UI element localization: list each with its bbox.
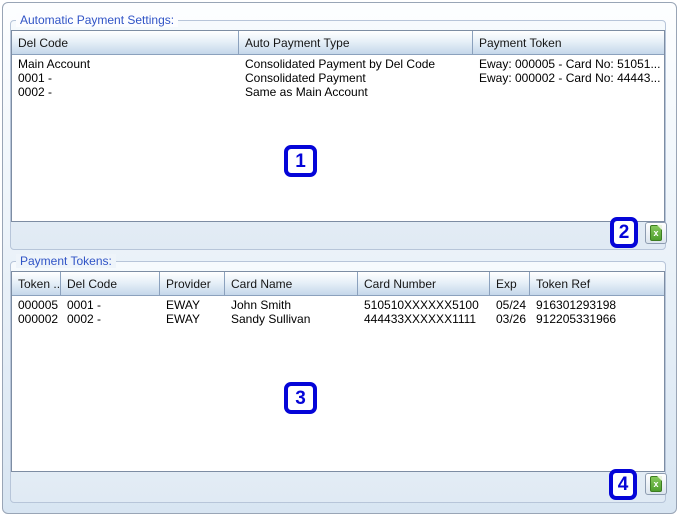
cell-payment-token: Eway: 000002 - Card No: 44443... [479, 71, 661, 85]
excel-export-icon: x [650, 225, 662, 241]
cell-token-ref: 916301293198 [536, 298, 617, 312]
cell-card-number: 510510XXXXXX5100 [364, 298, 479, 312]
cell-del-code: 0002 - [67, 312, 102, 326]
table-row[interactable]: 0001 - Consolidated Payment Eway: 000002… [12, 71, 664, 85]
table-row[interactable]: 000005 0001 - EWAY John Smith 510510XXXX… [12, 298, 664, 312]
cell-exp: 05/24 [496, 298, 527, 312]
cell-card-name: Sandy Sullivan [231, 312, 311, 326]
cell-del-code: 0002 - [18, 85, 53, 99]
cell-del-code: 0001 - [67, 298, 102, 312]
auto-payment-settings-title: Automatic Payment Settings: [16, 13, 179, 27]
excel-x-glyph: x [653, 228, 659, 238]
auto-payment-table-header: Del Code Auto Payment Type Payment Token [12, 31, 664, 55]
column-header-card-number[interactable]: Card Number [358, 272, 490, 295]
cell-token-no: 000005 [18, 298, 59, 312]
excel-export-icon: x [650, 476, 662, 492]
cell-auto-payment-type: Same as Main Account [245, 85, 368, 99]
cell-del-code: Main Account [18, 57, 91, 71]
column-header-auto-payment-type[interactable]: Auto Payment Type [239, 31, 473, 54]
callout-2: 2 [610, 217, 638, 248]
cell-card-number: 444433XXXXXX1111 [364, 312, 477, 326]
cell-provider: EWAY [166, 298, 201, 312]
column-header-exp[interactable]: Exp [490, 272, 530, 295]
auto-payment-table-body: Main Account Consolidated Payment by Del… [12, 55, 664, 99]
excel-x-glyph: x [653, 479, 659, 489]
column-header-del-code[interactable]: Del Code [61, 272, 160, 295]
column-header-provider[interactable]: Provider [160, 272, 225, 295]
cell-exp: 03/26 [496, 312, 527, 326]
callout-3: 3 [284, 382, 317, 414]
cell-card-name: John Smith [231, 298, 292, 312]
auto-payment-table: Del Code Auto Payment Type Payment Token… [11, 30, 665, 222]
column-header-token[interactable]: Token ... [12, 272, 61, 295]
cell-auto-payment-type: Consolidated Payment [245, 71, 366, 85]
column-header-payment-token[interactable]: Payment Token [473, 31, 664, 54]
payment-tokens-table-header: Token ... Del Code Provider Card Name Ca… [12, 272, 664, 296]
table-row[interactable]: Main Account Consolidated Payment by Del… [12, 57, 664, 71]
column-header-card-name[interactable]: Card Name [225, 272, 358, 295]
export-to-excel-button[interactable]: x [645, 473, 667, 495]
column-header-del-code[interactable]: Del Code [12, 31, 239, 54]
payment-tokens-title: Payment Tokens: [16, 254, 116, 268]
cell-token-no: 000002 [18, 312, 59, 326]
cell-auto-payment-type: Consolidated Payment by Del Code [245, 57, 436, 71]
callout-1: 1 [284, 145, 317, 177]
column-header-token-ref[interactable]: Token Ref [530, 272, 664, 295]
table-row[interactable]: 0002 - Same as Main Account [12, 85, 664, 99]
table-row[interactable]: 000002 0002 - EWAY Sandy Sullivan 444433… [12, 312, 664, 326]
payment-tokens-table: Token ... Del Code Provider Card Name Ca… [11, 271, 665, 472]
cell-del-code: 0001 - [18, 71, 53, 85]
cell-payment-token [473, 85, 664, 99]
cell-token-ref: 912205331966 [536, 312, 617, 326]
export-to-excel-button[interactable]: x [645, 222, 667, 244]
payment-tokens-table-body: 000005 0001 - EWAY John Smith 510510XXXX… [12, 296, 664, 326]
cell-payment-token: Eway: 000005 - Card No: 51051... [479, 57, 661, 71]
callout-4: 4 [609, 469, 637, 500]
cell-provider: EWAY [166, 312, 201, 326]
